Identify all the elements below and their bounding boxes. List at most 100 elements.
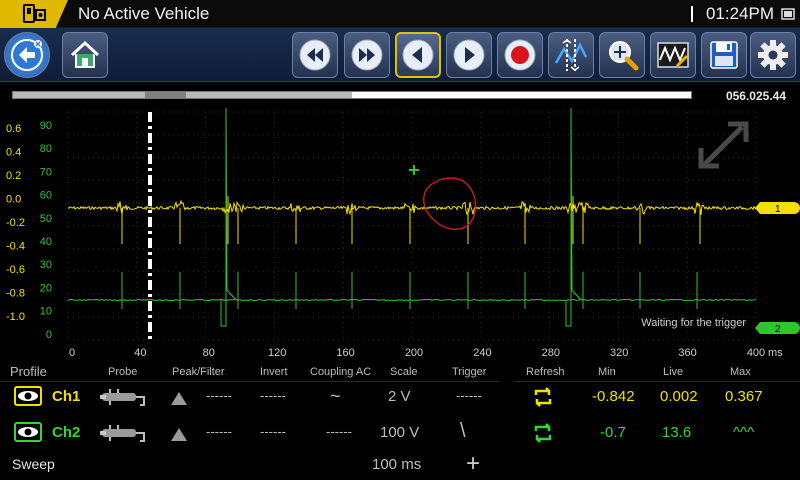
- ch1-tick-label: -0.6: [6, 264, 25, 276]
- ch1-filter[interactable]: ------: [206, 388, 232, 403]
- probe-header: Probe: [108, 366, 138, 378]
- step-back-button[interactable]: [395, 32, 441, 78]
- ch2-max: ^^^: [733, 424, 755, 441]
- ch2-row: Ch2 ------ ------ ------ 100 V \ -0.7 13…: [0, 418, 800, 448]
- ch2-tick-label: 0: [46, 329, 52, 341]
- ch1-row: Ch1 ------ ------ ~ 2 V ------ -0.842 0.…: [0, 382, 800, 412]
- status-bar: No Active Vehicle 01:24PM: [0, 0, 800, 28]
- sweep-row: Sweep 100 ms +: [0, 450, 800, 480]
- ch2-tick-label: 80: [40, 143, 52, 155]
- refresh-header: Refresh: [526, 366, 565, 378]
- ch1-tick-label: 0.0: [6, 194, 21, 206]
- ch1-refresh-icon[interactable]: [532, 386, 554, 408]
- ch2-marker[interactable]: 2: [755, 322, 800, 335]
- record-icon: [504, 39, 536, 71]
- time-tick-label: 320: [610, 347, 628, 359]
- record-button[interactable]: [497, 32, 543, 78]
- plot-grid: [67, 111, 757, 341]
- probe-icon[interactable]: [100, 384, 150, 410]
- ch2-tick-label: 40: [40, 236, 52, 248]
- time-tick-label: 120: [268, 347, 286, 359]
- ch1-scale[interactable]: 2 V: [388, 388, 411, 405]
- toolbar: [0, 28, 800, 82]
- ch2-tick-label: 60: [40, 190, 52, 202]
- ch2-coupling[interactable]: ------: [326, 424, 352, 439]
- max-header: Max: [730, 366, 751, 378]
- clock: 01:24PM: [705, 4, 774, 23]
- scope-settings-button[interactable]: [650, 32, 696, 78]
- ch2-tick-label: 10: [40, 306, 52, 318]
- step-forward-button[interactable]: [446, 32, 492, 78]
- ch1-trace: [67, 196, 757, 244]
- power-icon: [781, 8, 795, 20]
- rewind-button[interactable]: [292, 32, 338, 78]
- min-header: Min: [598, 366, 616, 378]
- trigger-header: Trigger: [452, 366, 487, 378]
- view-window-marker[interactable]: [145, 92, 186, 98]
- ch2-axis: 90 80 70 60 50 40 30 20 10 0: [40, 120, 52, 341]
- time-unit-label: ms: [768, 347, 783, 359]
- rewind-icon: [299, 39, 331, 71]
- time-tick-label: 200: [405, 347, 423, 359]
- zoom-button[interactable]: [599, 32, 645, 78]
- divider: [0, 381, 500, 382]
- ch1-label[interactable]: Ch1: [52, 388, 80, 405]
- ch1-coupling[interactable]: ~: [330, 386, 341, 407]
- time-tick-label: 360: [678, 347, 696, 359]
- home-button[interactable]: [62, 32, 108, 78]
- ch1-tick-label: 0.4: [6, 147, 21, 159]
- settings-button[interactable]: [750, 32, 796, 78]
- save-button[interactable]: [701, 32, 747, 78]
- ch2-tick-label: 50: [40, 213, 52, 225]
- ch1-marker[interactable]: 1: [755, 202, 800, 215]
- divider: [515, 381, 800, 382]
- ch2-trigger[interactable]: \: [460, 420, 466, 443]
- ch2-invert[interactable]: ------: [260, 424, 286, 439]
- sweep-add-button[interactable]: +: [466, 450, 480, 478]
- profile-header[interactable]: Profile: [10, 364, 47, 379]
- ch2-refresh-icon[interactable]: [532, 422, 554, 444]
- ch2-filter[interactable]: ------: [206, 424, 232, 439]
- channel-panel: Profile Probe Peak/Filter Invert Couplin…: [0, 364, 800, 480]
- back-button[interactable]: [4, 32, 50, 78]
- ch2-tick-label: 20: [40, 282, 52, 294]
- ch2-visibility-icon[interactable]: [14, 422, 42, 442]
- ch1-axis: 0.6 0.4 0.2 0.0 -0.2 -0.4 -0.6 -0.8 -1.0: [6, 123, 25, 323]
- ch2-tick-label: 90: [40, 120, 52, 132]
- peak-filter-icon[interactable]: [170, 390, 188, 406]
- ch2-live: 13.6: [662, 424, 692, 441]
- probe-icon[interactable]: [100, 420, 150, 446]
- buffer-position-bar[interactable]: [12, 91, 692, 99]
- scope-settings-icon: [657, 42, 689, 68]
- trigger-level-cross[interactable]: [409, 165, 419, 175]
- ch1-max: 0.367: [725, 388, 763, 405]
- ch1-tick-label: -0.8: [6, 288, 25, 300]
- scope-graph[interactable]: 0.6 0.4 0.2 0.0 -0.2 -0.4 -0.6 -0.8 -1.0 90 80 70 6…: [0, 104, 800, 366]
- scope-plot: 0.6 0.4 0.2 0.0 -0.2 -0.4 -0.6 -0.8 -1.0 90 80 70 6…: [6, 107, 800, 359]
- ch1-tick-label: -1.0: [6, 311, 25, 323]
- ch2-scale[interactable]: 100 V: [380, 424, 419, 441]
- time-tick-label: 160: [336, 347, 354, 359]
- expand-icon[interactable]: [698, 121, 749, 169]
- save-icon: [710, 41, 738, 69]
- peak-filter-icon[interactable]: [170, 426, 188, 442]
- ch1-tick-label: -0.4: [6, 241, 25, 253]
- ch1-tick-label: -0.2: [6, 217, 25, 229]
- ch2-label[interactable]: Ch2: [52, 424, 80, 441]
- ch1-visibility-icon[interactable]: [14, 386, 42, 406]
- ch1-trigger[interactable]: ------: [456, 388, 482, 403]
- cursors-icon: [554, 39, 588, 71]
- ch2-min: -0.7: [600, 424, 626, 441]
- device-menu-tab[interactable]: [0, 0, 68, 28]
- cursors-button[interactable]: [548, 32, 594, 78]
- time-tick-label: 280: [542, 347, 560, 359]
- sweep-value[interactable]: 100 ms: [372, 456, 421, 473]
- ch1-tick-label: 0.6: [6, 123, 21, 135]
- live-header: Live: [663, 366, 684, 378]
- fast-forward-button[interactable]: [344, 32, 390, 78]
- time-tick-label: 240: [473, 347, 491, 359]
- ch1-live: 0.002: [660, 388, 698, 405]
- scale-header: Scale: [390, 366, 418, 378]
- ch1-invert[interactable]: ------: [260, 388, 286, 403]
- back-arrow-icon: [11, 39, 43, 71]
